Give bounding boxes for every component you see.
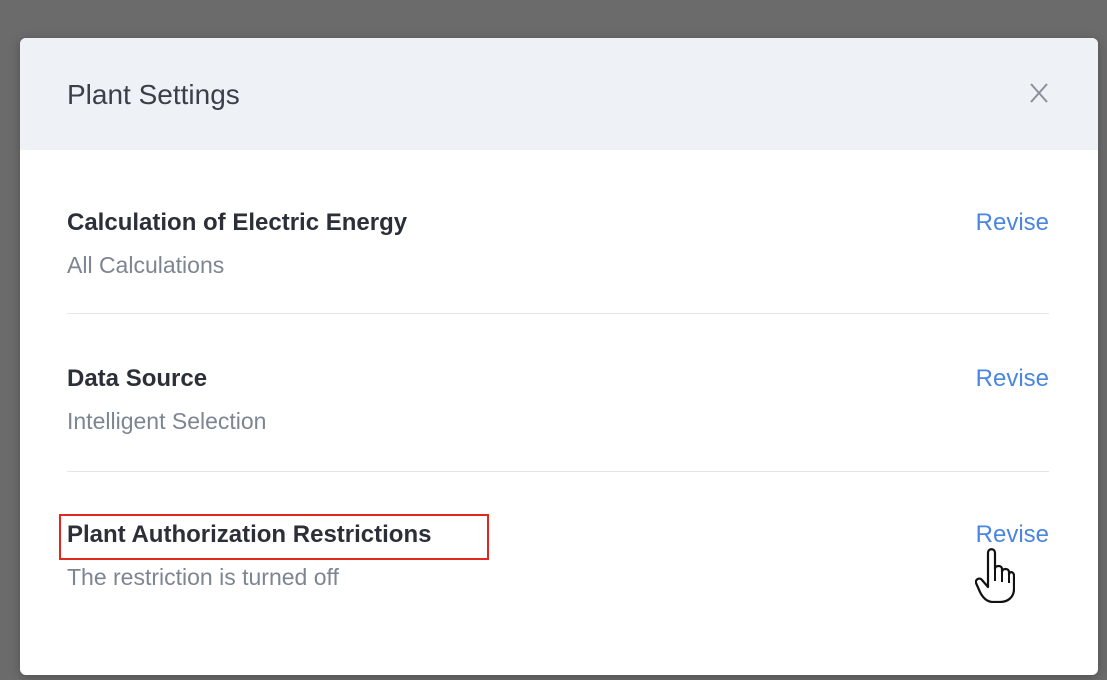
close-button[interactable]	[1024, 78, 1054, 108]
revise-link-data-source[interactable]: Revise	[976, 364, 1049, 394]
plant-settings-dialog: Plant Settings Calculation of Electric E…	[20, 38, 1098, 675]
close-icon	[1030, 83, 1048, 103]
dialog-header: Plant Settings	[20, 38, 1098, 150]
setting-title: Plant Authorization Restrictions	[67, 521, 432, 548]
setting-value: Intelligent Selection	[67, 408, 267, 434]
setting-title: Data Source	[67, 365, 208, 392]
divider	[67, 313, 1049, 314]
divider	[67, 471, 1049, 472]
setting-title: Calculation of Electric Energy	[67, 209, 408, 236]
setting-value: The restriction is turned off	[67, 564, 339, 590]
hand-pointer-icon	[975, 548, 1015, 603]
revise-link-electric-energy[interactable]: Revise	[976, 208, 1049, 238]
setting-value: All Calculations	[67, 252, 225, 278]
dialog-title: Plant Settings	[67, 79, 240, 110]
